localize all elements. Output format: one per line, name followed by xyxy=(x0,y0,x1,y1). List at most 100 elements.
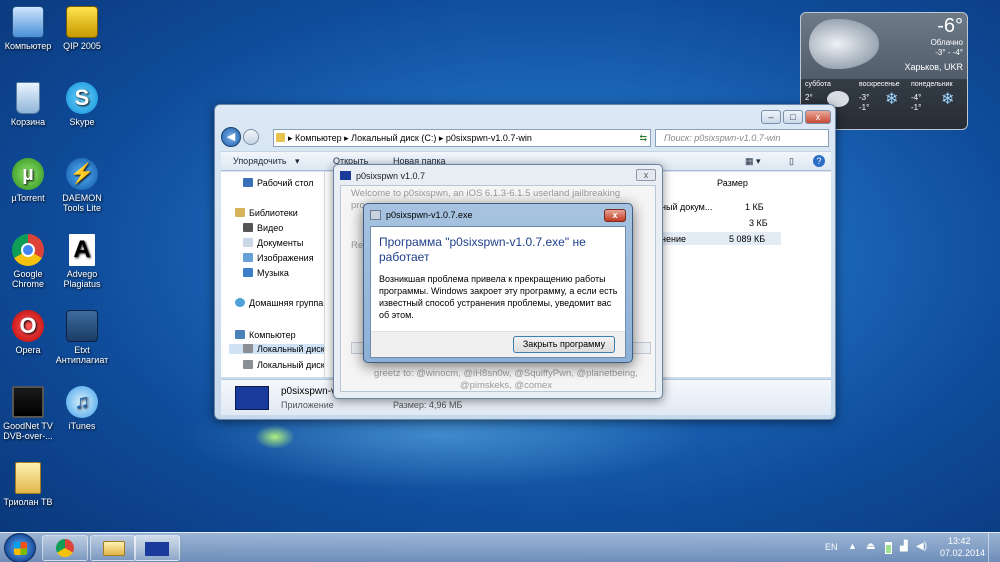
battery-icon[interactable] xyxy=(885,542,892,554)
weather-city: Харьков, UKR xyxy=(904,62,963,72)
tray-arrow-icon[interactable]: ▲ xyxy=(848,541,857,551)
nav-item-local-disk-d[interactable]: Локальный диск xyxy=(243,360,324,370)
p0sixspwn-title: p0sixspwn v1.0.7 xyxy=(356,171,426,181)
nav-item-music[interactable]: Музыка xyxy=(243,268,289,278)
skype-icon: S xyxy=(66,82,98,114)
minimize-button[interactable]: – xyxy=(761,110,781,124)
nav-item-computer[interactable]: Компьютер xyxy=(235,330,296,340)
nav-item-documents[interactable]: Документы xyxy=(243,238,303,248)
breadcrumb-item[interactable]: p0sixspwn-v1.0.7-win xyxy=(446,133,532,143)
error-description: Возникшая проблема привела к прекращению… xyxy=(379,274,618,320)
desktop-icon-label: iTunes xyxy=(68,421,96,431)
breadcrumb-sep: ▸ xyxy=(341,133,352,143)
nav-item-local-disk-c[interactable]: Локальный диск xyxy=(229,344,324,354)
forecast-hi: 2° xyxy=(805,93,813,102)
nav-item-libraries[interactable]: Библиотеки xyxy=(235,208,298,218)
desktop-icon-goodnet-tv[interactable]: GoodNet TV DVB-over-... xyxy=(0,386,58,441)
file-row-size: 5 089 КБ xyxy=(729,234,766,244)
nav-item-video[interactable]: Видео xyxy=(243,223,283,233)
wallpaper-leaf xyxy=(255,425,295,449)
windows-logo-icon xyxy=(14,542,27,555)
nav-item-pictures[interactable]: Изображения xyxy=(243,253,314,263)
maximize-button[interactable]: □ xyxy=(783,110,803,124)
start-button[interactable] xyxy=(4,533,36,562)
nav-item-homegroup[interactable]: Домашняя группа xyxy=(235,298,323,308)
greetz-text: greetz to: @winocm, @iH8sn0w, @SquiffyPw… xyxy=(374,368,638,391)
computer-icon xyxy=(235,330,245,339)
computer-icon xyxy=(12,6,44,38)
file-row-type: ный докум... xyxy=(661,202,713,212)
volume-icon[interactable]: ◀) xyxy=(916,541,927,552)
desktop-icon-qip[interactable]: QIP 2005 xyxy=(52,6,112,51)
desktop-icon-recycle-bin[interactable]: Корзина xyxy=(0,82,58,127)
close-program-button[interactable]: Закрыть программу xyxy=(513,336,615,353)
weather-range: -3° - -4° xyxy=(935,48,963,57)
address-bar[interactable]: ▸ Компьютер ▸ Локальный диск (C:) ▸ p0si… xyxy=(273,129,651,147)
clock-date[interactable]: 07.02.2014 xyxy=(940,548,985,558)
forecast-day: воскресенье xyxy=(859,81,900,88)
desktop-icon-daemon-tools[interactable]: ⚡ DAEMON Tools Lite xyxy=(52,158,112,213)
close-button[interactable]: x xyxy=(805,110,831,124)
signal-icon[interactable]: ▟ xyxy=(900,541,908,552)
app-icon xyxy=(370,210,381,220)
forecast-hi: -4° xyxy=(911,93,922,102)
app-thumbnail-icon xyxy=(235,386,269,410)
nav-item-desktop[interactable]: Рабочий стол xyxy=(243,178,314,188)
folder-icon xyxy=(276,133,285,142)
back-button[interactable]: ◀ xyxy=(221,127,241,147)
weather-condition: Облачно xyxy=(930,38,963,47)
libraries-icon xyxy=(235,208,245,217)
search-input[interactable]: Поиск: p0sixspwn-v1.0.7-win xyxy=(655,129,829,147)
drive-icon xyxy=(243,344,253,353)
close-icon[interactable]: x xyxy=(604,209,626,222)
cloud-icon xyxy=(809,19,879,69)
clock-time[interactable]: 13:42 xyxy=(948,536,971,546)
column-header-size[interactable]: Размер xyxy=(717,178,748,188)
forecast-day: понедельник xyxy=(911,81,953,88)
breadcrumb-item[interactable]: Локальный диск (C:) xyxy=(351,133,436,143)
forecast-hi: -3° xyxy=(859,93,870,102)
homegroup-icon xyxy=(235,298,245,307)
taskbar-chrome[interactable] xyxy=(42,535,88,561)
desktop-icon-label: µTorrent xyxy=(11,193,45,203)
desktop-icon-label: Компьютер xyxy=(4,41,52,51)
error-dialog-title: p0sixspwn-v1.0.7.exe xyxy=(386,210,473,220)
error-dialog-footer: Закрыть программу xyxy=(371,331,625,357)
desktop-icon-advego[interactable]: A Advego Plagiatus xyxy=(52,234,112,289)
desktop-icon-chrome[interactable]: Google Chrome xyxy=(0,234,58,289)
desktop-icon-computer[interactable]: Компьютер xyxy=(0,6,58,51)
welcome-text: Welcome to p0sixspwn, an iOS 6.1.3-6.1.5… xyxy=(351,188,621,199)
error-dialog-body: Программа "p0sixspwn-v1.0.7.exe" не рабо… xyxy=(370,226,626,358)
breadcrumb-item[interactable]: Компьютер xyxy=(295,133,342,143)
desktop-icon-utorrent[interactable]: µ µTorrent xyxy=(0,158,58,203)
taskbar-p0sixspwn[interactable] xyxy=(134,535,180,561)
qip-icon xyxy=(66,6,98,38)
snow-icon: ❄ xyxy=(941,91,955,108)
desktop-icon-triolan[interactable]: Триолан ТВ xyxy=(0,462,58,507)
error-dialog[interactable]: p0sixspwn-v1.0.7.exe x Программа "p0sixs… xyxy=(363,203,633,363)
snow-icon: ❄ xyxy=(885,91,899,108)
help-icon[interactable]: ? xyxy=(813,155,825,167)
organize-button[interactable]: Упорядочить xyxy=(233,156,287,166)
usb-icon[interactable]: ⏏ xyxy=(866,541,875,552)
desktop-icon-label: GoodNet TV DVB-over-... xyxy=(3,421,53,441)
desktop-icon-opera[interactable]: O Opera xyxy=(0,310,58,355)
language-indicator[interactable]: EN xyxy=(825,542,838,552)
video-icon xyxy=(243,223,253,232)
chevron-down-icon: ▾ xyxy=(295,156,300,166)
etxt-icon xyxy=(66,310,98,342)
view-options-icon[interactable]: ▦ ▾ xyxy=(745,156,761,167)
forward-button[interactable] xyxy=(243,129,259,145)
p0sixspwn-close-button[interactable]: x xyxy=(636,169,656,181)
taskbar-explorer[interactable] xyxy=(90,535,136,561)
refresh-icon[interactable]: ⇆ xyxy=(639,130,647,146)
preview-pane-icon[interactable]: ▯ xyxy=(789,156,794,167)
utorrent-icon: µ xyxy=(12,158,44,190)
desktop-icon-skype[interactable]: S Skype xyxy=(52,82,112,127)
show-desktop-button[interactable] xyxy=(988,533,1000,562)
pictures-icon xyxy=(243,253,253,262)
desktop-icon-etxt[interactable]: Etxt Антиплагиат xyxy=(52,310,112,365)
error-heading: Программа "p0sixspwn-v1.0.7.exe" не рабо… xyxy=(379,235,586,264)
forecast-day: суббота xyxy=(805,81,831,88)
desktop-icon-itunes[interactable]: ♫ iTunes xyxy=(52,386,112,431)
